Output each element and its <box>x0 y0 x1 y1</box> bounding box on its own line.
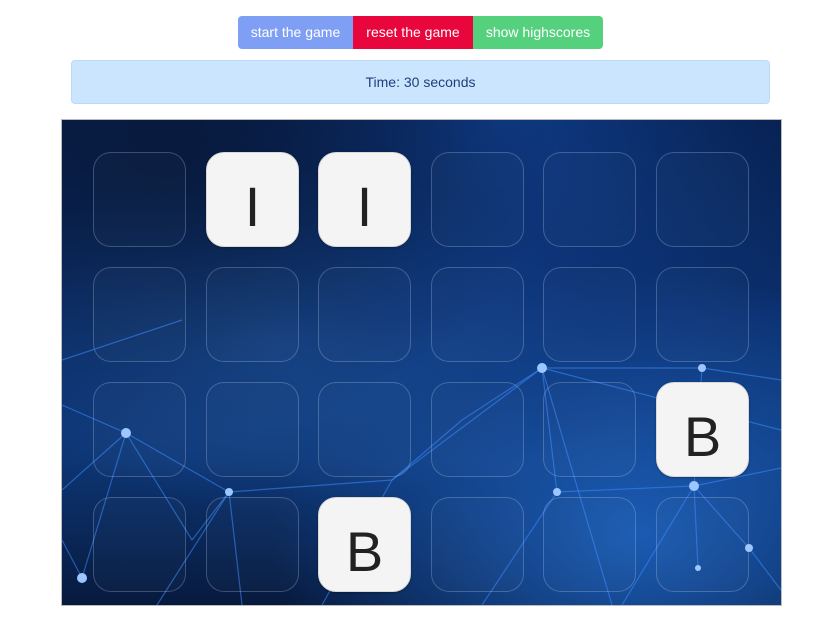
memory-card-hidden[interactable] <box>93 267 186 362</box>
memory-card-hidden[interactable] <box>318 267 411 362</box>
memory-card-hidden[interactable] <box>431 267 524 362</box>
timer-text: Time: 30 seconds <box>365 74 476 90</box>
memory-card-hidden[interactable] <box>206 267 299 362</box>
memory-card-hidden[interactable] <box>431 152 524 247</box>
memory-card-hidden[interactable] <box>543 267 636 362</box>
memory-card-revealed[interactable]: B <box>318 497 411 592</box>
game-controls: start the game reset the game show highs… <box>238 16 603 49</box>
memory-card-revealed[interactable]: I <box>206 152 299 247</box>
memory-card-revealed[interactable]: I <box>318 152 411 247</box>
memory-card-hidden[interactable] <box>93 382 186 477</box>
reset-game-button[interactable]: reset the game <box>353 16 473 49</box>
memory-card-hidden[interactable] <box>206 382 299 477</box>
game-board: II B B <box>61 119 782 606</box>
memory-card-hidden[interactable] <box>656 267 749 362</box>
memory-card-hidden[interactable] <box>431 497 524 592</box>
start-game-button[interactable]: start the game <box>238 16 353 49</box>
timer-alert: Time: 30 seconds <box>71 60 770 104</box>
show-highscores-button[interactable]: show highscores <box>473 16 603 49</box>
memory-card-hidden[interactable] <box>543 497 636 592</box>
memory-card-hidden[interactable] <box>656 152 749 247</box>
memory-card-hidden[interactable] <box>431 382 524 477</box>
memory-card-hidden[interactable] <box>318 382 411 477</box>
memory-card-hidden[interactable] <box>93 152 186 247</box>
memory-card-revealed[interactable]: B <box>656 382 749 477</box>
memory-card-hidden[interactable] <box>543 152 636 247</box>
memory-card-hidden[interactable] <box>656 497 749 592</box>
memory-card-hidden[interactable] <box>206 497 299 592</box>
memory-card-hidden[interactable] <box>93 497 186 592</box>
memory-card-hidden[interactable] <box>543 382 636 477</box>
